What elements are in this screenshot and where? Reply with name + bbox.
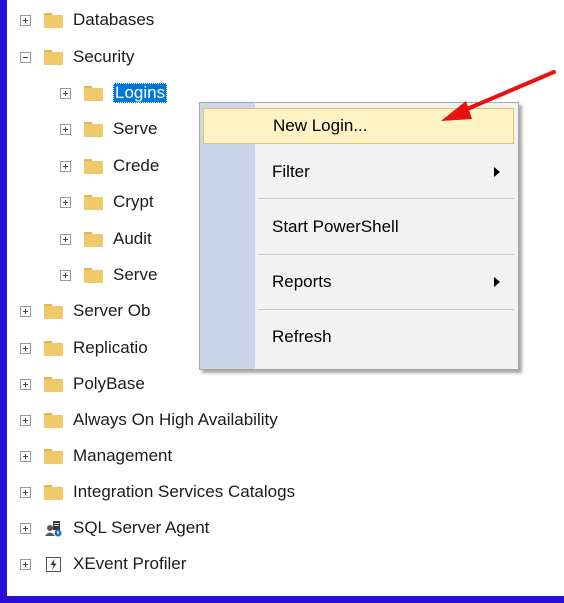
folder-icon <box>84 231 103 247</box>
expand-icon[interactable] <box>60 123 71 135</box>
submenu-arrow-icon <box>494 277 500 287</box>
expand-icon[interactable] <box>20 522 31 534</box>
tree-item-label: Integration Services Catalogs <box>73 482 296 501</box>
tree-item-label: Serve <box>113 265 158 284</box>
tree-item-label: Server Ob <box>73 301 151 320</box>
sql-agent-icon <box>45 520 62 536</box>
expand-icon[interactable] <box>20 450 31 462</box>
expand-icon[interactable] <box>60 87 71 99</box>
tree-item-cryptographic[interactable]: Crypt <box>60 190 154 214</box>
tree-item-polybase[interactable]: PolyBase <box>20 372 145 396</box>
menu-item-reports[interactable]: Reports <box>203 264 514 300</box>
expand-icon[interactable] <box>20 14 31 26</box>
folder-icon <box>84 121 103 137</box>
expand-icon[interactable] <box>20 305 31 317</box>
tree-item-credentials[interactable]: Crede <box>60 154 159 178</box>
tree-item-label: Databases <box>73 10 155 29</box>
tree-item-audits[interactable]: Audit <box>60 227 152 251</box>
menu-item-label: Refresh <box>272 327 332 346</box>
tree-item-label: SQL Server Agent <box>73 518 210 537</box>
expand-icon[interactable] <box>20 486 31 498</box>
expand-icon[interactable] <box>20 414 31 426</box>
submenu-arrow-icon <box>494 167 500 177</box>
xevent-icon <box>46 556 61 572</box>
folder-icon <box>84 158 103 174</box>
menu-item-start-powershell[interactable]: Start PowerShell <box>203 209 514 245</box>
tree-item-databases[interactable]: Databases <box>20 8 154 32</box>
tree-item-label: PolyBase <box>73 374 145 393</box>
menu-item-label: Reports <box>272 272 332 291</box>
tree-item-server-audit-specs[interactable]: Serve <box>60 263 157 287</box>
tree-item-label: Serve <box>113 119 158 138</box>
tree-item-label: Management <box>73 446 173 465</box>
menu-item-new-login[interactable]: New Login... <box>203 108 514 144</box>
menu-separator <box>258 198 514 199</box>
collapse-icon[interactable] <box>20 51 31 63</box>
folder-icon <box>44 448 63 464</box>
folder-icon <box>44 376 63 392</box>
expand-icon[interactable] <box>20 378 31 390</box>
folder-icon <box>44 340 63 356</box>
expand-icon[interactable] <box>60 160 71 172</box>
tree-item-label: Always On High Availability <box>73 410 278 429</box>
tree-item-label: Crypt <box>113 192 154 211</box>
expand-icon[interactable] <box>60 269 71 281</box>
menu-item-refresh[interactable]: Refresh <box>203 319 514 355</box>
tree-item-replication[interactable]: Replicatio <box>20 336 148 360</box>
tree-item-xevent-profiler[interactable]: XEvent Profiler <box>20 552 186 576</box>
tree-item-integration-services[interactable]: Integration Services Catalogs <box>20 480 295 504</box>
tree-item-label: Crede <box>113 156 160 175</box>
expand-icon[interactable] <box>20 342 31 354</box>
folder-icon <box>44 49 63 65</box>
expand-icon[interactable] <box>20 558 31 570</box>
menu-separator <box>258 309 514 310</box>
folder-icon <box>44 12 63 28</box>
context-menu: New Login... Filter Start PowerShell Rep… <box>199 102 519 370</box>
folder-icon <box>44 412 63 428</box>
menu-separator <box>258 254 514 255</box>
folder-icon <box>84 85 103 101</box>
tree-item-always-on[interactable]: Always On High Availability <box>20 408 278 432</box>
menu-item-label: New Login... <box>273 116 368 135</box>
tree-item-sql-agent[interactable]: SQL Server Agent <box>20 516 209 540</box>
expand-icon[interactable] <box>60 196 71 208</box>
menu-item-label: Filter <box>272 162 310 181</box>
menu-item-label: Start PowerShell <box>272 217 399 236</box>
folder-icon <box>44 303 63 319</box>
folder-icon <box>84 194 103 210</box>
tree-item-logins[interactable]: Logins <box>60 81 168 105</box>
expand-icon[interactable] <box>60 233 71 245</box>
menu-item-filter[interactable]: Filter <box>203 154 514 190</box>
tree-item-label: XEvent Profiler <box>73 554 187 573</box>
folder-icon <box>44 484 63 500</box>
tree-item-server-roles[interactable]: Serve <box>60 117 157 141</box>
tree-item-label: Logins <box>113 83 168 103</box>
tree-item-label: Replicatio <box>73 338 148 357</box>
folder-icon <box>84 267 103 283</box>
tree-item-server-objects[interactable]: Server Ob <box>20 299 150 323</box>
tree-item-management[interactable]: Management <box>20 444 172 468</box>
tree-item-label: Security <box>73 47 135 66</box>
tree-item-label: Audit <box>113 229 152 248</box>
tree-item-security[interactable]: Security <box>20 45 134 69</box>
